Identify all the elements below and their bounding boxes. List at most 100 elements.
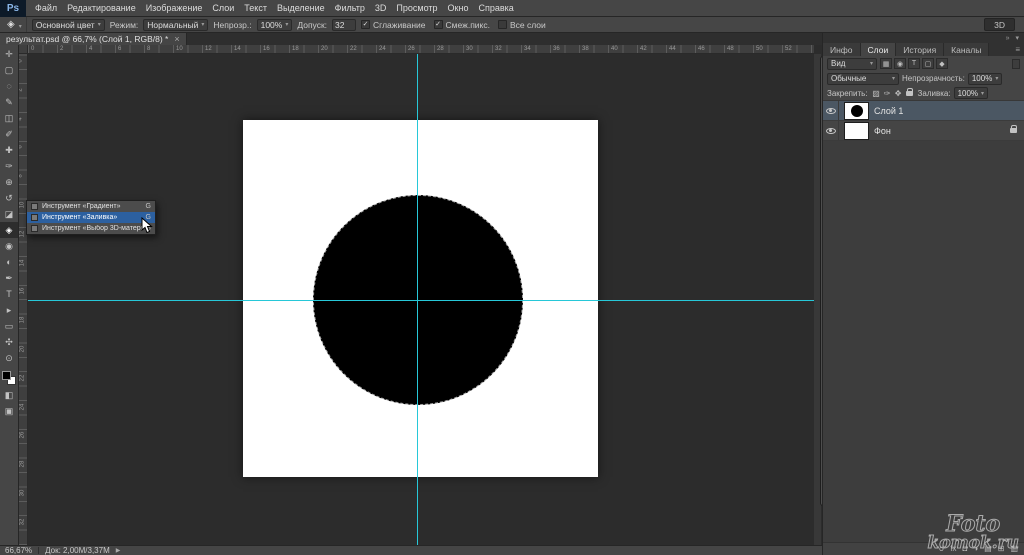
panel-tab-channels[interactable]: Каналы — [944, 43, 989, 56]
close-icon[interactable]: × — [174, 34, 179, 44]
color-swatches[interactable] — [2, 371, 16, 385]
layer-row[interactable]: Слой 1 — [823, 101, 1024, 121]
filter-pixel-layers-icon[interactable]: ▦ — [880, 58, 892, 69]
paint-bucket-tool[interactable]: ◈ — [0, 222, 18, 238]
dock-menu-icon[interactable]: ▾ — [1015, 34, 1019, 42]
tool-preset-dropdown[interactable]: ◈ — [3, 17, 27, 32]
lock-position-icon[interactable]: ✥ — [893, 88, 904, 99]
blend-mode-select[interactable]: Обычные — [827, 73, 899, 85]
clone-stamp-tool[interactable]: ⊕ — [0, 174, 18, 190]
quick-selection-tool[interactable]: ✎ — [0, 94, 18, 110]
layer-row[interactable]: Фон — [823, 121, 1024, 141]
status-flyout-arrow-icon[interactable]: ▶ — [116, 547, 121, 554]
brush-tool[interactable]: ✑ — [0, 158, 18, 174]
tolerance-input[interactable] — [332, 19, 356, 31]
ruler-top[interactable]: 0246810121416182022242628303234363840424… — [28, 45, 814, 54]
panel-menu-icon[interactable]: ≡ — [1011, 43, 1024, 56]
menu-help[interactable]: Справка — [473, 0, 518, 17]
ruler-left[interactable]: 0246810121416182022242628303234 — [19, 54, 28, 545]
screen-mode-tool[interactable]: ▣ — [0, 403, 18, 419]
visibility-toggle[interactable] — [823, 121, 839, 140]
panel-tab-history[interactable]: История — [896, 43, 944, 56]
lasso-tool[interactable]: ◌ — [0, 78, 18, 94]
horizontal-guide[interactable] — [28, 300, 814, 301]
vertical-scrollbar[interactable] — [814, 54, 821, 545]
filter-toggle[interactable] — [1012, 59, 1020, 69]
pen-tool[interactable]: ✒ — [0, 270, 18, 286]
layers-opacity-select[interactable]: 100% — [968, 73, 1002, 85]
lock-pixels-icon[interactable]: ✑ — [882, 88, 893, 99]
crop-tool[interactable]: ◫ — [0, 110, 18, 126]
ruler-number: 10 — [19, 202, 25, 209]
hand-tool[interactable]: ✣ — [0, 334, 18, 350]
checkbox-box-all-layers[interactable] — [498, 20, 507, 29]
path-selection-tool[interactable]: ▸ — [0, 302, 18, 318]
type-tool[interactable]: T — [0, 286, 18, 302]
blur-tool[interactable]: ◉ — [0, 238, 18, 254]
rectangular-marquee-tool[interactable]: ▢ — [0, 62, 18, 78]
flyout-item-gradient-tool[interactable]: Инструмент «Градиент»G — [27, 201, 155, 212]
document-canvas[interactable] — [243, 120, 598, 477]
foreground-color-swatch[interactable] — [2, 371, 11, 380]
opacity-select[interactable]: 100% — [257, 19, 293, 31]
collapse-panels-icon[interactable]: » — [1006, 35, 1010, 42]
panel-tab-layers[interactable]: Слои — [861, 43, 897, 56]
material-drop-tool-icon — [31, 225, 38, 232]
link-layers-icon[interactable]: ☌ — [939, 545, 944, 553]
lock-transparency-icon[interactable]: ▨ — [871, 88, 882, 99]
visibility-toggle[interactable] — [823, 101, 839, 120]
shape-tool[interactable]: ▭ — [0, 318, 18, 334]
fill-select[interactable]: 100% — [954, 87, 988, 99]
checkbox-all-layers[interactable]: Все слои — [498, 20, 546, 30]
history-brush-tool[interactable]: ↺ — [0, 190, 18, 206]
ruler-origin-corner[interactable] — [19, 45, 28, 54]
menu-edit[interactable]: Редактирование — [62, 0, 141, 17]
checkbox-contiguous[interactable]: ✓Смеж.пикс. — [434, 20, 490, 30]
mode-select[interactable]: Нормальный — [143, 19, 208, 31]
menu-3d[interactable]: 3D — [370, 0, 392, 17]
quick-mask-tool[interactable]: ◧ — [0, 387, 18, 403]
lock-all-icon[interactable] — [904, 88, 915, 99]
filter-adjustment-layers-icon[interactable]: ◉ — [894, 58, 906, 69]
delete-layer-icon[interactable]: ▥ — [1010, 545, 1018, 553]
checkbox-box-contiguous[interactable]: ✓ — [434, 20, 443, 29]
layer-mask-icon[interactable]: ◘ — [962, 545, 967, 553]
menu-window[interactable]: Окно — [443, 0, 474, 17]
eraser-tool[interactable]: ◪ — [0, 206, 18, 222]
checkbox-box-antialias[interactable]: ✓ — [361, 20, 370, 29]
adjustment-layer-icon[interactable]: ◑ — [973, 545, 978, 553]
menu-file[interactable]: Файл — [30, 0, 62, 17]
menu-type[interactable]: Текст — [239, 0, 272, 17]
filter-shape-layers-icon[interactable]: ▢ — [922, 58, 934, 69]
checkbox-antialias[interactable]: ✓Сглаживание — [361, 20, 426, 30]
eyedropper-tool[interactable]: ✐ — [0, 126, 18, 142]
layer-group-icon[interactable]: ▤ — [984, 545, 992, 553]
zoom-tool[interactable]: ⊙ — [0, 350, 18, 366]
layer-thumbnail[interactable] — [844, 102, 869, 120]
zoom-level-field[interactable]: 66,67% — [5, 546, 32, 555]
menu-select[interactable]: Выделение — [272, 0, 330, 17]
layer-effects-icon[interactable]: fx — [950, 545, 956, 553]
fill-source-select[interactable]: Основной цвет — [32, 19, 105, 31]
workspace-switcher-button[interactable]: 3D — [984, 18, 1015, 31]
options-bar: ◈ Основной цвет Режим: Нормальный Непроз… — [0, 17, 1024, 33]
move-tool[interactable]: ✛ — [0, 46, 18, 62]
filter-smart-objects-icon[interactable]: ◆ — [936, 58, 948, 69]
flyout-item-material-drop-tool[interactable]: Инструмент «Выбор 3D-материала»G — [27, 223, 155, 234]
document-tab[interactable]: результат.psd @ 66,7% (Слой 1, RGB/8) * … — [0, 33, 187, 45]
filter-type-layers-icon[interactable]: T — [908, 58, 920, 69]
tool-rail: ✛▢◌✎◫✐✚✑⊕↺◪◈◉◐✒T▸▭✣⊙ ◧▣ — [0, 45, 19, 545]
lock-row: Закрепить: ▨✑✥ Заливка: 100% — [823, 86, 1024, 101]
flyout-item-paint-bucket-tool[interactable]: Инструмент «Заливка»G — [27, 212, 155, 223]
filter-kind-select[interactable]: Вид — [827, 58, 877, 70]
menu-layers[interactable]: Слои — [207, 0, 239, 17]
menu-image[interactable]: Изображение — [141, 0, 208, 17]
ruler-number: 52 — [785, 46, 792, 52]
menu-filter[interactable]: Фильтр — [330, 0, 370, 17]
layer-thumbnail[interactable] — [844, 122, 869, 140]
new-layer-icon[interactable]: ⊞ — [998, 545, 1005, 553]
menu-view[interactable]: Просмотр — [391, 0, 442, 17]
dodge-tool[interactable]: ◐ — [0, 254, 18, 270]
healing-brush-tool[interactable]: ✚ — [0, 142, 18, 158]
panel-tab-info[interactable]: Инфо — [823, 43, 861, 56]
